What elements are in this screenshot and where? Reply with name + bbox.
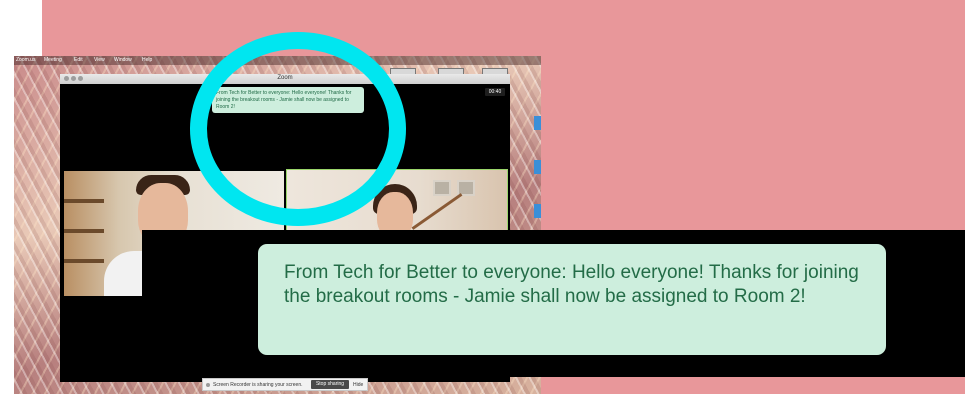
menu-item-window[interactable]: Window (114, 57, 132, 63)
bookshelf (64, 199, 104, 203)
meeting-timer: 00:40 (485, 88, 505, 96)
sharing-message: Screen Recorder is sharing your screen. (213, 382, 303, 388)
bookshelf (64, 229, 104, 233)
menu-item-help[interactable]: Help (142, 57, 152, 63)
desktop-icon[interactable] (534, 116, 541, 130)
menu-item-meeting[interactable]: Meeting (44, 57, 62, 63)
screen-sharing-bar: Screen Recorder is sharing your screen. … (202, 378, 368, 391)
menu-item-edit[interactable]: Edit (74, 57, 83, 63)
wall-picture (433, 180, 451, 196)
bookshelf (64, 259, 104, 263)
highlight-ring (190, 32, 406, 226)
desktop-icon[interactable] (534, 204, 541, 218)
recording-icon (206, 383, 210, 387)
menu-item-view[interactable]: View (94, 57, 105, 63)
staircase-rail (411, 193, 463, 230)
hide-button[interactable]: Hide (353, 382, 363, 388)
menu-item-app[interactable]: Zoom.us (16, 57, 35, 63)
desktop-icon[interactable] (534, 160, 541, 174)
chat-notification-zoomed[interactable]: From Tech for Better to everyone: Hello … (258, 244, 886, 355)
stop-sharing-button[interactable]: Stop sharing (311, 380, 349, 389)
